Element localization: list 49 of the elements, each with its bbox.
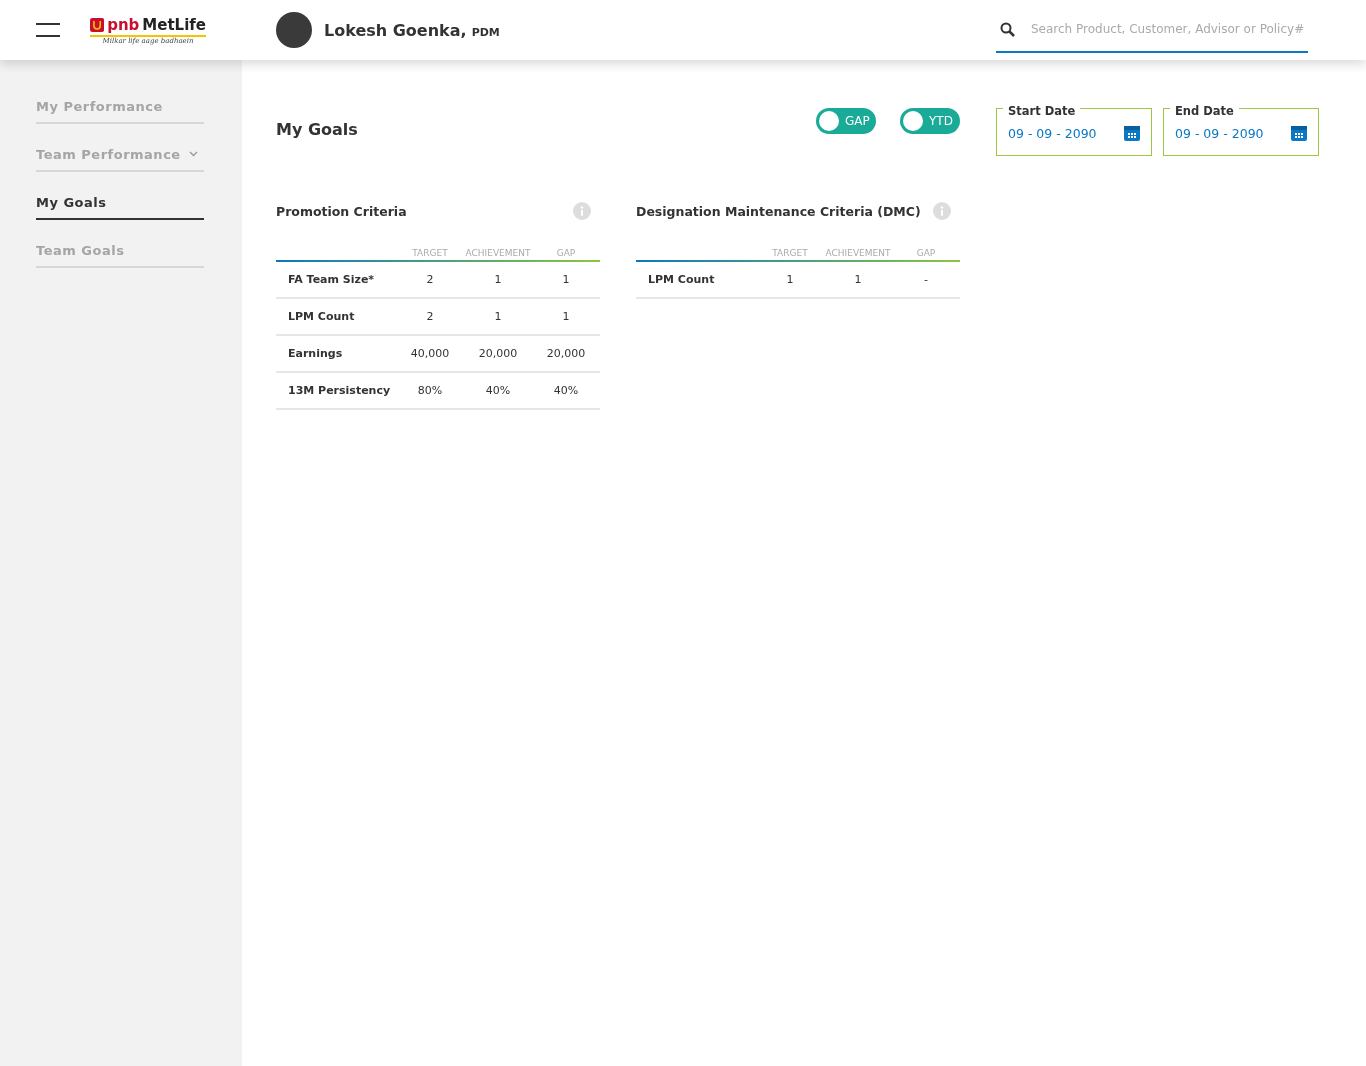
column-header: ACHIEVEMENT: [824, 248, 892, 258]
row-label: FA Team Size*: [287, 273, 376, 286]
column-header: TARGET: [411, 248, 449, 258]
table-cell-text: 2: [425, 273, 435, 286]
info-icon[interactable]: [573, 202, 591, 220]
table-cell-text: 1: [561, 273, 571, 286]
logo-emblem-icon: [90, 15, 105, 34]
sidebar-item[interactable]: My Goals: [36, 190, 204, 220]
table-cell-text: 2: [425, 310, 435, 323]
row-label: LPM Count: [287, 310, 356, 323]
user-role: PDM: [471, 25, 500, 39]
table-title: Promotion Criteria: [276, 203, 407, 219]
table-cell-text: 40%: [484, 384, 512, 397]
table-cell-text: 1: [785, 273, 795, 286]
search-icon: [1000, 21, 1015, 37]
page-title: My Goals: [276, 120, 359, 139]
table-cell-text: 40,000: [409, 347, 451, 360]
menu-icon[interactable]: [36, 22, 60, 38]
date-field[interactable]: Start Date 09 - 09 - 2090: [996, 100, 1152, 156]
toggle-switch[interactable]: GAP: [816, 108, 876, 134]
table-cell-text: 1: [561, 310, 571, 323]
column-header: GAP: [915, 248, 937, 258]
info-icon[interactable]: [933, 202, 951, 220]
user-name: Lokesh Goenka,: [324, 20, 467, 40]
column-header: ACHIEVEMENT: [464, 248, 532, 258]
table-title: Designation Maintenance Criteria (DMC): [636, 203, 921, 219]
table-cell-text: 80%: [416, 384, 444, 397]
logo-name: MetLife: [142, 15, 206, 34]
column-header: GAP: [555, 248, 577, 258]
table-cell-text: 20,000: [477, 347, 519, 360]
row-label: LPM Count: [647, 273, 716, 286]
date-field[interactable]: End Date 09 - 09 - 2090: [1163, 100, 1319, 156]
column-header: TARGET: [771, 248, 809, 258]
table-cell-text: 40%: [552, 384, 580, 397]
calendar-icon: [1291, 125, 1307, 141]
row-label: Earnings: [287, 347, 344, 360]
sidebar-item[interactable]: My Performance: [36, 94, 204, 124]
avatar: [276, 12, 312, 48]
sidebar-item[interactable]: Team Goals: [36, 238, 204, 268]
row-label: 13M Persistency: [287, 384, 392, 397]
table-cell-text: 1: [493, 310, 503, 323]
table-cell-text: -: [923, 273, 929, 286]
table-cell-text: 20,000: [545, 347, 587, 360]
table-cell-text: 1: [493, 273, 503, 286]
calendar-icon: [1124, 125, 1140, 141]
sidebar-item[interactable]: Team Performance: [36, 142, 204, 172]
toggle-switch[interactable]: YTD: [900, 108, 960, 134]
table-cell-text: 1: [853, 273, 863, 286]
logo-prefix: pnb: [107, 15, 140, 34]
